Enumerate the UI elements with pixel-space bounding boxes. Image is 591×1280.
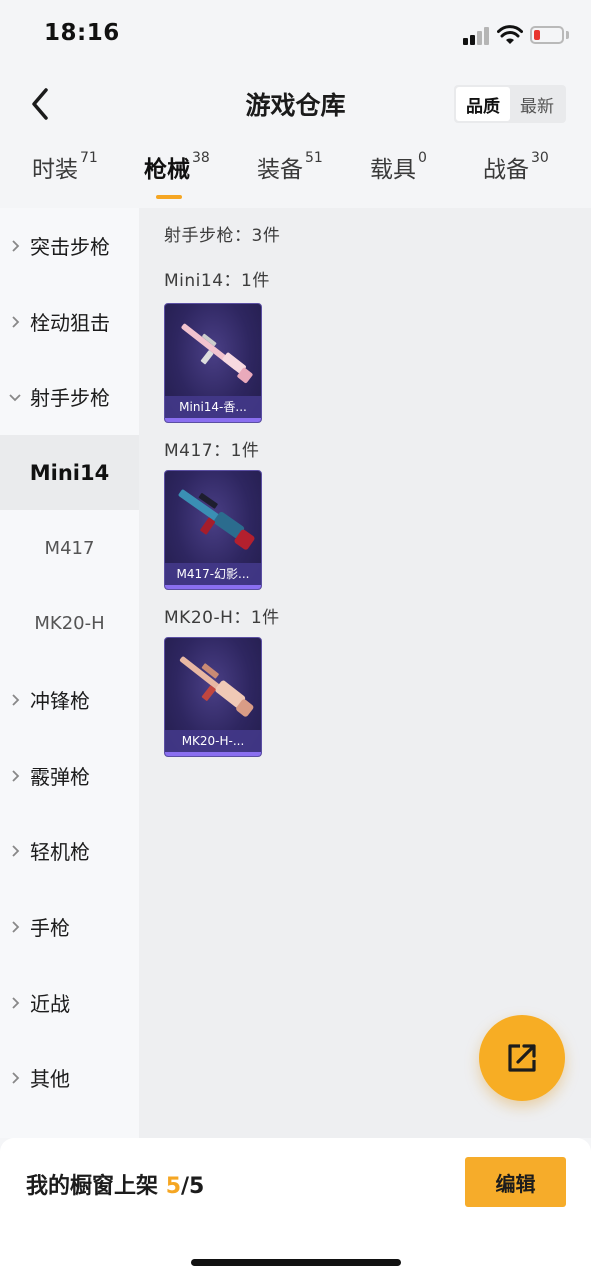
- sidebar-item-label: 其他: [30, 1067, 70, 1091]
- status-time: 18:16: [44, 20, 120, 46]
- sidebar-item-other[interactable]: 其他: [0, 1040, 139, 1115]
- chevron-right-icon: [0, 693, 30, 707]
- sidebar-item-label: 霰弹枪: [30, 765, 90, 789]
- sidebar-item-melee[interactable]: 近战: [0, 965, 139, 1040]
- weapon-list: 射手步枪：3件 Mini14：1件 Mini14-香... M417：1件 M4…: [139, 208, 591, 1138]
- sidebar-item-bolt-action-sniper[interactable]: 栓动狙击: [0, 284, 139, 359]
- weapon-card-label: M417-幻影...: [165, 563, 261, 585]
- tab-count: 71: [80, 150, 98, 166]
- sort-by-newest-button[interactable]: 最新: [510, 87, 564, 121]
- sidebar-item-label: 射手步枪: [30, 386, 110, 410]
- battery-icon: [530, 26, 564, 44]
- shelf-status: 我的橱窗上架 5/5: [26, 1168, 204, 1200]
- sidebar-item-assault-rifle[interactable]: 突击步枪: [0, 208, 139, 283]
- sidebar-item-smg[interactable]: 冲锋枪: [0, 662, 139, 737]
- sidebar-item-label: MK20-H: [34, 613, 105, 634]
- sidebar-item-shotgun[interactable]: 霰弹枪: [0, 738, 139, 813]
- wifi-icon: [497, 25, 523, 44]
- sidebar-item-label: 冲锋枪: [30, 689, 90, 713]
- chevron-down-icon: [0, 392, 30, 402]
- rarity-bar: [165, 585, 261, 589]
- shelf-label: 我的橱窗上架: [26, 1174, 159, 1199]
- battery-tip: [566, 31, 569, 39]
- chevron-right-icon: [0, 769, 30, 783]
- chevron-right-icon: [0, 996, 30, 1010]
- tab-vehicles[interactable]: 载具 0: [370, 150, 427, 202]
- group-title-m417: M417：1件: [164, 441, 260, 461]
- external-link-icon: [508, 1044, 536, 1072]
- active-tab-indicator: [156, 195, 182, 199]
- tab-label: 时装: [32, 157, 78, 183]
- sidebar-item-mk20h[interactable]: MK20-H: [0, 586, 139, 661]
- sidebar-item-label: 手枪: [30, 916, 70, 940]
- sidebar-item-label: 轻机枪: [30, 840, 90, 864]
- rifle-skin-icon: [178, 489, 255, 550]
- sort-by-quality-button[interactable]: 品质: [456, 87, 510, 121]
- sidebar-item-label: 近战: [30, 992, 70, 1016]
- weapon-card-label: MK20-H-...: [165, 730, 261, 752]
- weapon-type-sidebar: 突击步枪 栓动狙击 射手步枪 Mini14 M417 MK20-H 冲锋枪 霰弹…: [0, 208, 139, 1138]
- group-title-mk20h: MK20-H：1件: [164, 608, 280, 628]
- chevron-right-icon: [0, 844, 30, 858]
- shelf-current-count: 5: [165, 1174, 181, 1199]
- bottom-bar: 我的橱窗上架 5/5 编辑: [0, 1138, 591, 1280]
- tab-label: 战备: [483, 157, 529, 183]
- chevron-right-icon: [0, 920, 30, 934]
- group-title-mini14: Mini14：1件: [164, 271, 270, 291]
- weapon-card-m417[interactable]: M417-幻影...: [164, 470, 262, 590]
- sidebar-item-label: M417: [44, 538, 95, 559]
- tab-battle-prep[interactable]: 战备 30: [483, 150, 549, 202]
- status-bar: 18:16: [0, 0, 591, 70]
- tab-count: 38: [192, 150, 210, 166]
- tab-label: 载具: [370, 157, 416, 183]
- chevron-right-icon: [0, 1071, 30, 1085]
- category-summary: 射手步枪：3件: [164, 226, 281, 246]
- category-tabs: 时装 71 枪械 38 装备 51 载具 0 战备 30: [0, 150, 591, 208]
- sidebar-item-mini14[interactable]: Mini14: [0, 435, 139, 510]
- tab-fashion[interactable]: 时装 71: [32, 150, 98, 202]
- rarity-bar: [165, 752, 261, 756]
- tab-label: 装备: [257, 157, 303, 183]
- rifle-skin-icon: [181, 323, 253, 384]
- weapon-card-label: Mini14-香...: [165, 396, 261, 418]
- chevron-right-icon: [0, 315, 30, 329]
- sort-toggle: 品质 最新: [454, 85, 566, 123]
- chevron-right-icon: [0, 239, 30, 253]
- sidebar-item-label: Mini14: [29, 460, 110, 485]
- home-indicator[interactable]: [191, 1259, 401, 1266]
- rarity-bar: [165, 418, 261, 422]
- tab-count: 30: [531, 150, 549, 166]
- tab-count: 0: [418, 150, 427, 166]
- rifle-skin-icon: [179, 656, 254, 717]
- tab-count: 51: [305, 150, 323, 166]
- sidebar-item-m417[interactable]: M417: [0, 511, 139, 586]
- sidebar-item-lmg[interactable]: 轻机枪: [0, 813, 139, 888]
- weapon-card-mk20h[interactable]: MK20-H-...: [164, 637, 262, 757]
- cellular-signal-icon: [463, 27, 491, 45]
- sidebar-item-marksman-rifle[interactable]: 射手步枪: [0, 359, 139, 434]
- weapon-card-mini14[interactable]: Mini14-香...: [164, 303, 262, 423]
- tab-equipment[interactable]: 装备 51: [257, 150, 323, 202]
- sidebar-item-pistol[interactable]: 手枪: [0, 889, 139, 964]
- share-button[interactable]: [479, 1015, 565, 1101]
- tab-label: 枪械: [144, 157, 190, 183]
- shelf-total-count: /5: [181, 1174, 205, 1199]
- edit-button[interactable]: 编辑: [465, 1157, 566, 1207]
- sidebar-item-label: 栓动狙击: [30, 311, 110, 335]
- sidebar-item-label: 突击步枪: [30, 235, 110, 259]
